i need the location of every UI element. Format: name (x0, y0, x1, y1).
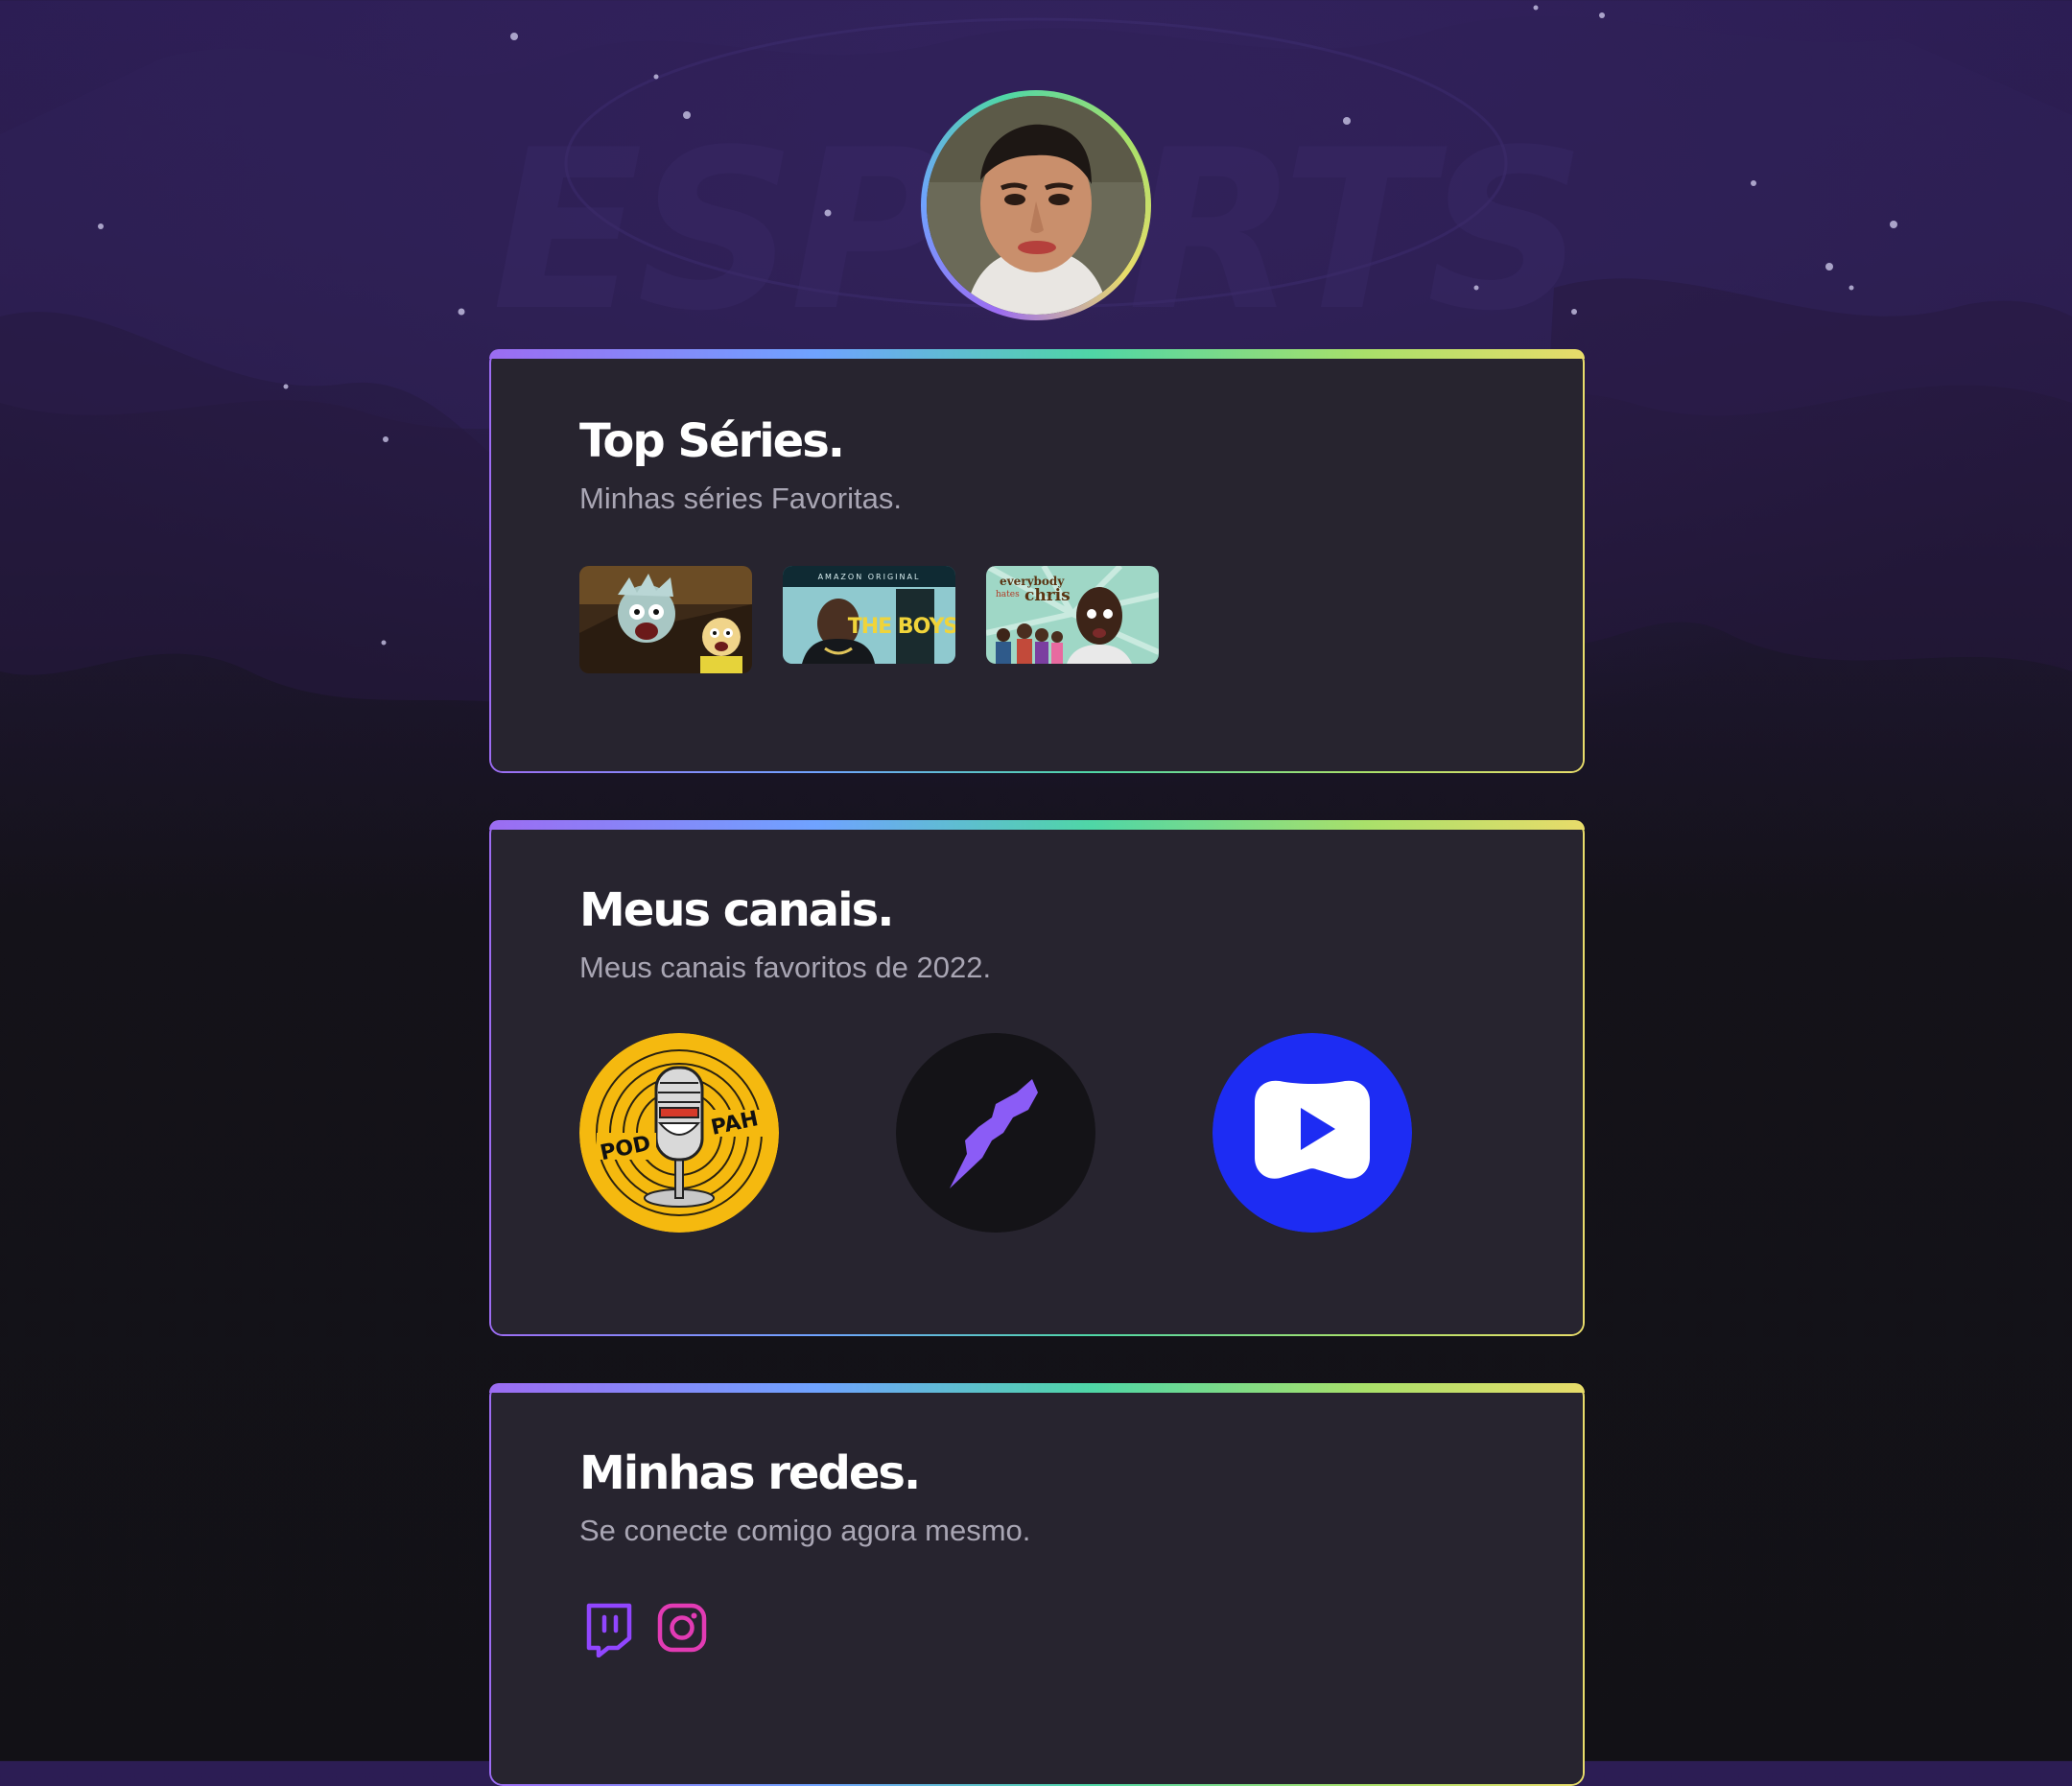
podpah-logo-icon: POD PAH (579, 1033, 779, 1233)
series-title: Top Séries. (579, 414, 845, 468)
series-card: Top Séries. Minhas séries Favoritas. AMA… (489, 349, 1585, 773)
channels-card: Meus canais. Meus canais favoritos de 20… (489, 820, 1585, 1336)
social-list (583, 1602, 708, 1658)
profile-avatar (921, 90, 1151, 320)
channel-podpah[interactable]: POD PAH (579, 1033, 779, 1233)
series-thumb-rick-and-morty[interactable] (579, 566, 752, 673)
purple-knife-logo-icon (896, 1033, 1095, 1233)
chris-logo-mid: hates (996, 590, 1020, 599)
instagram-icon (657, 1603, 707, 1653)
twitch-link[interactable] (583, 1602, 635, 1658)
the-boys-poster-icon: AMAZON ORIGINAL THE BOYS (783, 566, 955, 664)
channels-list: POD PAH (579, 1033, 1412, 1233)
the-boys-caption: AMAZON ORIGINAL (818, 573, 921, 581)
everybody-hates-chris-poster-icon: everybody hates chris (986, 566, 1159, 664)
series-thumb-the-boys[interactable]: AMAZON ORIGINAL THE BOYS (783, 566, 955, 664)
channel-play[interactable] (1213, 1033, 1412, 1233)
rick-and-morty-poster-icon (579, 566, 752, 673)
chris-logo-main: chris (1024, 586, 1071, 605)
series-subtitle: Minhas séries Favoritas. (579, 482, 902, 515)
instagram-link[interactable] (656, 1602, 708, 1654)
channels-title: Meus canais. (579, 883, 894, 937)
social-subtitle: Se conecte comigo agora mesmo. (579, 1514, 1031, 1547)
play-button-logo-icon (1213, 1033, 1412, 1233)
social-title: Minhas redes. (579, 1446, 921, 1500)
the-boys-logo: THE BOYS (848, 615, 955, 639)
twitch-icon (586, 1603, 632, 1658)
series-list: AMAZON ORIGINAL THE BOYS everybody hates… (579, 566, 1159, 673)
channels-subtitle: Meus canais favoritos de 2022. (579, 951, 992, 984)
channel-purple-knife[interactable] (896, 1033, 1095, 1233)
social-card: Minhas redes. Se conecte comigo agora me… (489, 1383, 1585, 1786)
series-thumb-everybody-hates-chris[interactable]: everybody hates chris (986, 566, 1159, 664)
profile-photo-icon (927, 96, 1145, 315)
